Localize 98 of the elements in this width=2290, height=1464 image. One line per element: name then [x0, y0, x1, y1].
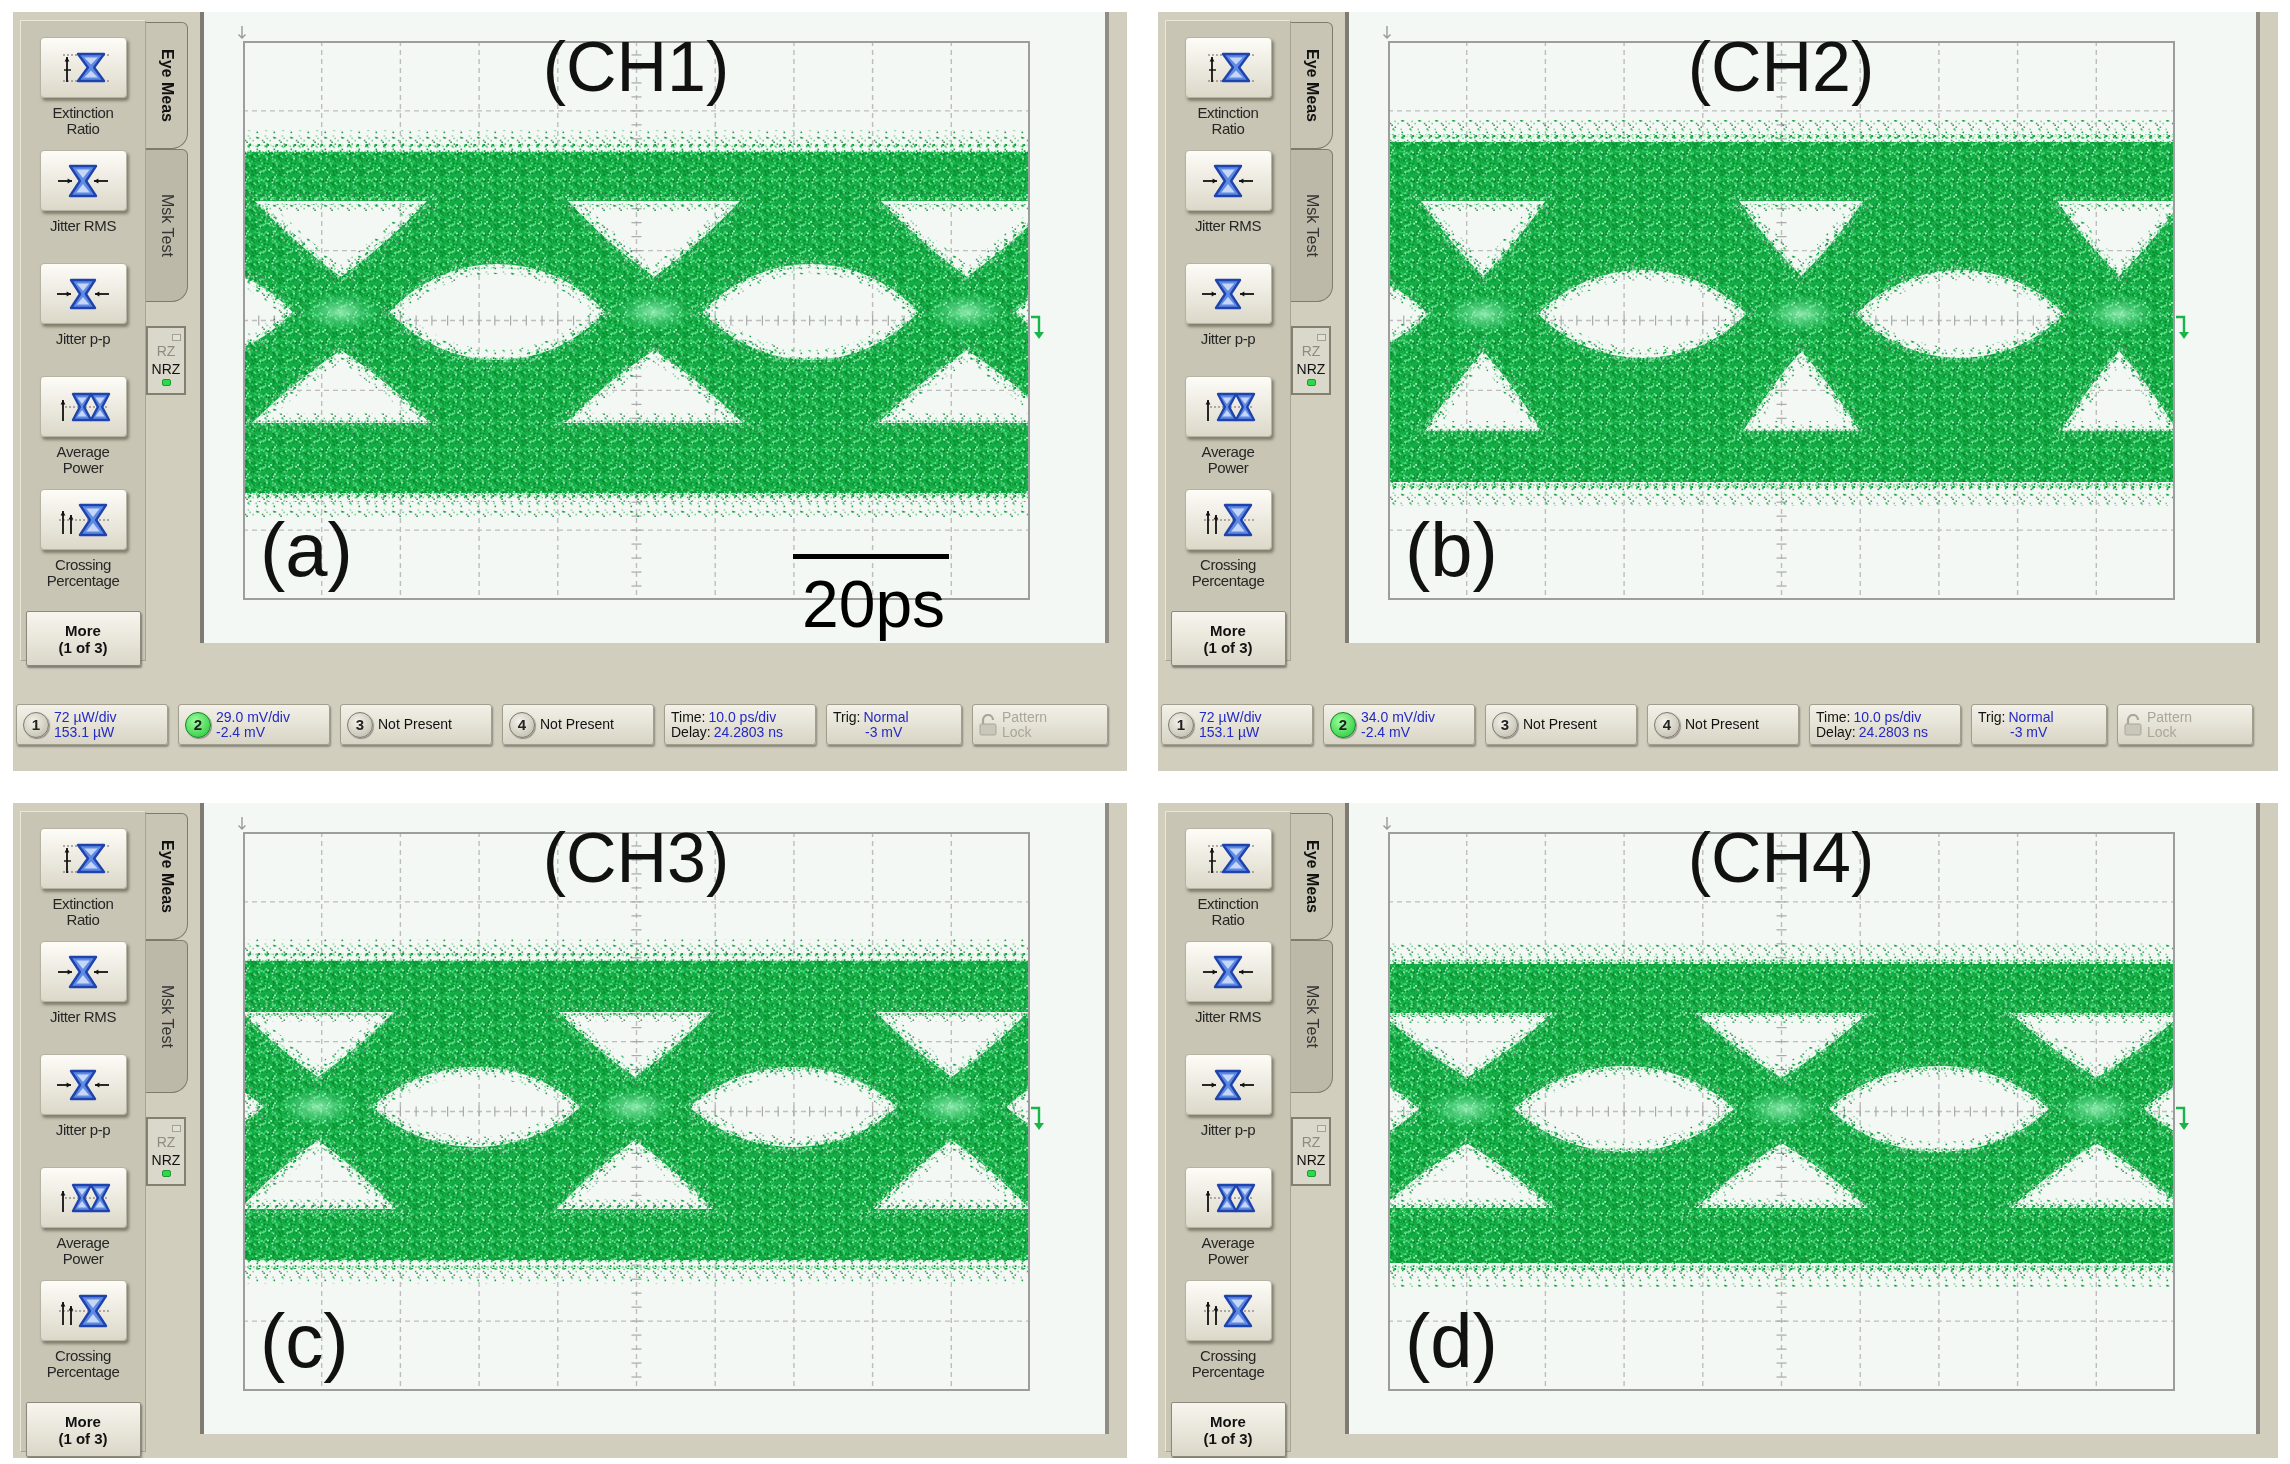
timebase-button[interactable]: Time: 10.0 ps/div Delay: 24.2803 ns: [664, 704, 816, 745]
measurement-label: Crossing Percentage: [1191, 1348, 1265, 1380]
eye-inward-arrows-icon: [1200, 954, 1256, 989]
measurement-label: Average Power: [56, 444, 110, 476]
indicator-light-icon: [172, 1124, 181, 1132]
measurement-button[interactable]: [39, 1167, 127, 1228]
measurement-label: Jitter RMS: [1195, 218, 1261, 234]
measurement-button[interactable]: [1184, 1280, 1272, 1341]
tab[interactable]: Eye Meas: [146, 22, 188, 149]
trigger-button[interactable]: Trig: Normal -3 mV: [826, 704, 962, 745]
channel-button[interactable]: 4 Not Present: [1647, 704, 1799, 745]
tab[interactable]: Eye Meas: [1291, 22, 1333, 149]
reference-arrow-icon: [237, 817, 247, 831]
measurement-label: Extinction Ratio: [1197, 105, 1259, 137]
measurement-label: Jitter RMS: [1195, 1009, 1261, 1025]
measurement-button[interactable]: [1184, 376, 1272, 437]
measurement-button[interactable]: [1184, 941, 1272, 1002]
channel-number: 2: [185, 711, 211, 738]
measurement-label: Crossing Percentage: [1191, 557, 1265, 589]
channel-number: 3: [1492, 711, 1518, 738]
eye-inward-arrows-icon: [55, 163, 111, 198]
measurement-label: Jitter p-p: [1200, 1122, 1256, 1138]
measurement-label: Jitter p-p: [55, 1122, 111, 1138]
reference-arrow-icon: [237, 26, 247, 40]
measurement-button[interactable]: [1184, 150, 1272, 211]
indicator-light-icon: [1306, 378, 1316, 386]
trigger-marker-icon: [2176, 314, 2190, 340]
measurement-button[interactable]: [39, 828, 127, 889]
measurement-label: Jitter p-p: [55, 331, 111, 347]
measurement-label: Average Power: [56, 1235, 110, 1267]
measurement-label: Jitter p-p: [1200, 331, 1256, 347]
measurement-button[interactable]: [1184, 263, 1272, 324]
mode-option[interactable]: NRZ: [1293, 1150, 1329, 1180]
measurement-label: Extinction Ratio: [52, 896, 114, 928]
mode-option[interactable]: NRZ: [1293, 359, 1329, 389]
trigger-marker-icon: [1031, 314, 1045, 340]
tab[interactable]: Msk Test: [1291, 939, 1333, 1093]
tab[interactable]: Eye Meas: [146, 813, 188, 940]
indicator-light-icon: [1317, 333, 1326, 341]
measurement-label: Crossing Percentage: [46, 557, 120, 589]
measurement-label: Average Power: [1201, 444, 1255, 476]
eye-inward-arrows-icon: [1200, 276, 1256, 311]
trigger-marker-icon: [2176, 1105, 2190, 1131]
eye-inward-arrows-icon: [55, 276, 111, 311]
channel-number: 2: [1330, 711, 1356, 738]
channel-button[interactable]: 3 Not Present: [1485, 704, 1637, 745]
measurement-button[interactable]: [1184, 1167, 1272, 1228]
measurement-label: Jitter RMS: [50, 1009, 116, 1025]
measurement-button[interactable]: [39, 489, 127, 550]
measurement-label: Average Power: [1201, 1235, 1255, 1267]
mode-option[interactable]: NRZ: [148, 359, 184, 389]
measurement-button[interactable]: [39, 263, 127, 324]
channel-number: 4: [1654, 711, 1680, 738]
channel-number: 1: [1168, 711, 1194, 738]
measurement-button[interactable]: [39, 37, 127, 98]
measurement-button[interactable]: [39, 1054, 127, 1115]
channel-number: 1: [23, 711, 49, 738]
reference-arrow-icon: [1382, 26, 1392, 40]
channel-button[interactable]: 3 Not Present: [340, 704, 492, 745]
measurement-label: Jitter RMS: [50, 218, 116, 234]
more-button[interactable]: More (1 of 3): [25, 611, 141, 666]
reference-arrow-icon: [1382, 817, 1392, 831]
measurement-label: Crossing Percentage: [46, 1348, 120, 1380]
channel-number: 3: [347, 711, 373, 738]
timebase-button[interactable]: Time: 10.0 ps/div Delay: 24.2803 ns: [1809, 704, 1961, 745]
indicator-light-icon: [1306, 1169, 1316, 1177]
eye-inward-arrows-icon: [55, 1067, 111, 1102]
indicator-light-icon: [161, 1169, 171, 1177]
measurement-button[interactable]: [39, 150, 127, 211]
measurement-button[interactable]: [1184, 37, 1272, 98]
trigger-marker-icon: [1031, 1105, 1045, 1131]
padlock-icon: [2124, 713, 2142, 736]
more-button[interactable]: More (1 of 3): [1170, 611, 1286, 666]
measurement-button[interactable]: [1184, 1054, 1272, 1115]
eye-inward-arrows-icon: [1200, 163, 1256, 198]
more-button[interactable]: More (1 of 3): [1170, 1402, 1286, 1457]
eye-inward-arrows-icon: [55, 954, 111, 989]
tab[interactable]: Msk Test: [1291, 148, 1333, 302]
tab[interactable]: Eye Meas: [1291, 813, 1333, 940]
measurement-button[interactable]: [39, 941, 127, 1002]
indicator-light-icon: [1317, 1124, 1326, 1132]
measurement-button[interactable]: [39, 1280, 127, 1341]
measurement-label: Extinction Ratio: [1197, 896, 1259, 928]
measurement-button[interactable]: [1184, 489, 1272, 550]
trigger-button[interactable]: Trig: Normal -3 mV: [1971, 704, 2107, 745]
eye-inward-arrows-icon: [1200, 1067, 1256, 1102]
measurement-label: Extinction Ratio: [52, 105, 114, 137]
measurement-button[interactable]: [39, 376, 127, 437]
tab[interactable]: Msk Test: [146, 939, 188, 1093]
channel-button[interactable]: 4 Not Present: [502, 704, 654, 745]
mode-option[interactable]: NRZ: [148, 1150, 184, 1180]
more-button[interactable]: More (1 of 3): [25, 1402, 141, 1457]
padlock-icon: [979, 713, 997, 736]
tab[interactable]: Msk Test: [146, 148, 188, 302]
channel-number: 4: [509, 711, 535, 738]
indicator-light-icon: [161, 378, 171, 386]
measurement-button[interactable]: [1184, 828, 1272, 889]
indicator-light-icon: [172, 333, 181, 341]
